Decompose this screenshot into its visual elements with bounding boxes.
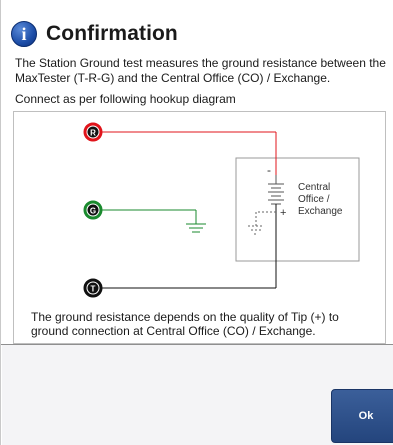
ground-terminal: G — [83, 200, 103, 220]
tip-terminal-label: T — [91, 285, 96, 294]
dialog-note: The ground resistance depends on the qua… — [31, 310, 339, 338]
ground-terminal-label: G — [90, 207, 96, 216]
plus-sign: + — [280, 207, 286, 219]
dialog-instruction: Connect as per following hookup diagram — [15, 92, 236, 106]
ok-button-label: Ok — [358, 410, 374, 422]
info-icon: i — [11, 21, 37, 47]
ring-terminal-label: R — [90, 129, 96, 138]
co-label-line2: Office / — [298, 194, 330, 205]
dialog-header: i Confirmation — [11, 18, 178, 50]
confirmation-dialog: i Confirmation The Station Ground test m… — [0, 0, 393, 445]
ok-button[interactable]: Ok — [331, 389, 393, 443]
tip-terminal: T — [83, 278, 103, 298]
minus-sign: - — [267, 163, 271, 177]
co-label-line1: Central — [298, 182, 330, 193]
ring-terminal: R — [83, 122, 103, 142]
co-label-line3: Exchange — [298, 206, 343, 217]
dialog-title: Confirmation — [46, 22, 178, 45]
dialog-message: The Station Ground test measures the gro… — [15, 56, 386, 85]
